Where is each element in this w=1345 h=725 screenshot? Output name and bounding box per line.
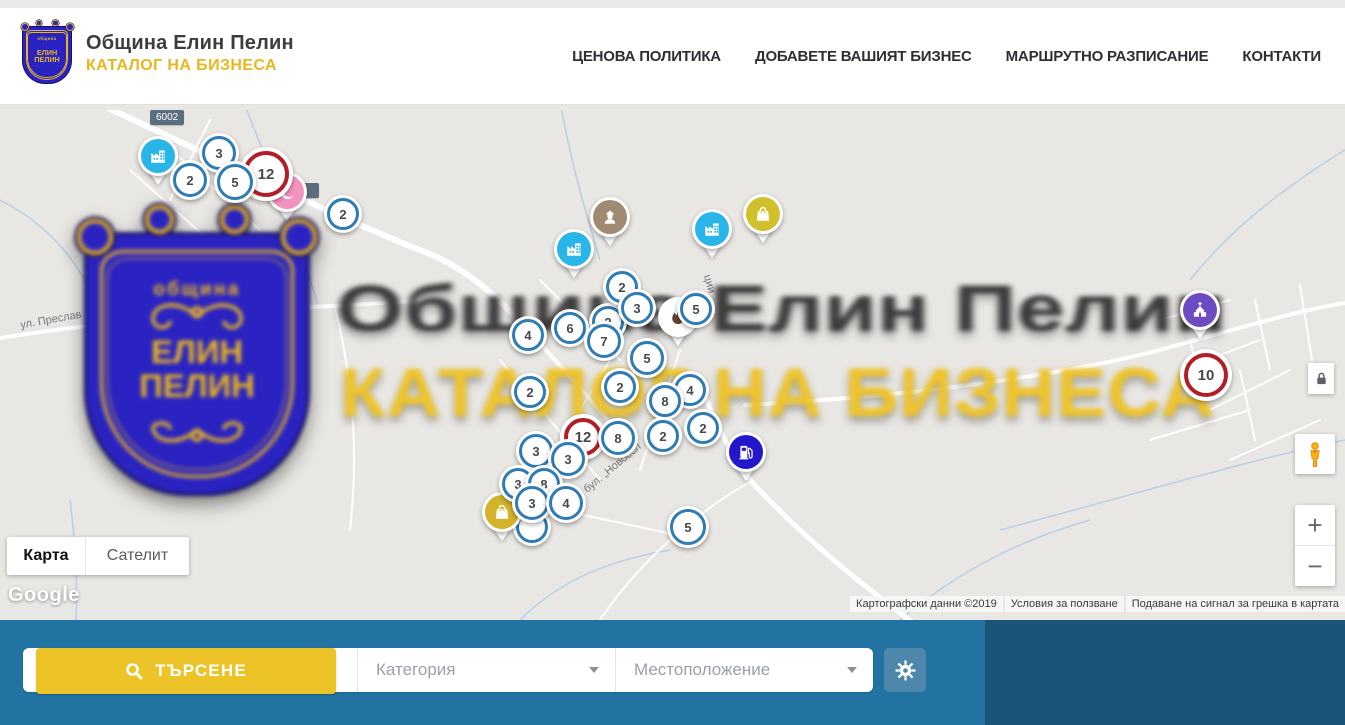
cluster-marker[interactable]: 8 xyxy=(598,418,638,458)
cluster-marker[interactable]: 8 xyxy=(646,382,684,420)
attribution-link[interactable]: Условия за ползване xyxy=(1005,596,1124,612)
main-nav: ЦЕНОВА ПОЛИТИКА ДОБАВЕТЕ ВАШИЯТ БИЗНЕС МАР… xyxy=(572,8,1321,105)
nav-item-1[interactable]: ДОБАВЕТЕ ВАШИЯТ БИЗНЕС xyxy=(755,48,972,65)
cluster-marker[interactable]: 4 xyxy=(509,316,547,354)
category-dropdown-value: Категория xyxy=(376,660,455,680)
cluster-marker[interactable]: 2 xyxy=(324,195,362,233)
search-bar-right-panel xyxy=(985,620,1345,725)
cluster-marker[interactable]: 2 xyxy=(170,160,210,200)
search-button-label: ТЪРСЕНЕ xyxy=(155,661,247,681)
location-dropdown[interactable]: Местоположение xyxy=(616,648,873,692)
chevron-down-icon xyxy=(589,667,599,673)
chevron-down-icon xyxy=(847,667,857,673)
map-attribution: Картографски данни ©2019Условия за ползв… xyxy=(850,596,1345,612)
map-type-map-button[interactable]: Карта xyxy=(7,537,85,575)
pin-marker-shopping-bag[interactable] xyxy=(743,194,783,246)
attribution-text: Картографски данни ©2019 xyxy=(850,596,1003,612)
advanced-settings-button[interactable] xyxy=(884,648,926,692)
pin-marker-factory[interactable] xyxy=(554,229,594,281)
cluster-marker[interactable]: 3 xyxy=(618,289,656,327)
pin-marker-fuel[interactable] xyxy=(726,432,766,484)
map-type-satellite-button[interactable]: Сателит xyxy=(85,537,189,575)
cluster-marker[interactable]: 2 xyxy=(601,368,639,406)
cluster-marker[interactable]: 5 xyxy=(667,506,709,548)
municipality-crest-icon: община ЕЛИН ПЕЛИН xyxy=(22,22,72,84)
pin-marker-construction-worker[interactable] xyxy=(590,197,630,249)
search-bar: Категория Местоположение ТЪРСЕНЕ xyxy=(0,620,1345,725)
attribution-link[interactable]: Подаване на сигнал за грешка в картата xyxy=(1126,596,1345,612)
cluster-marker[interactable]: 5 xyxy=(627,338,667,378)
search-button[interactable]: ТЪРСЕНЕ xyxy=(36,648,336,694)
cluster-marker[interactable]: 5 xyxy=(677,290,715,328)
google-logo[interactable]: Google xyxy=(8,584,80,607)
cluster-marker[interactable]: 2 xyxy=(644,417,682,455)
zoom-control: + − xyxy=(1295,505,1335,586)
cluster-marker[interactable]: 2 xyxy=(511,373,549,411)
page: община ЕЛИН ПЕЛИН Община Елин Пелин КАТА… xyxy=(0,0,1345,725)
category-dropdown[interactable]: Категория xyxy=(358,648,616,692)
cluster-marker[interactable]: 7 xyxy=(584,321,624,361)
site-logo[interactable]: община ЕЛИН ПЕЛИН Община Елин Пелин КАТА… xyxy=(22,22,294,84)
map-canvas[interactable]: 32512223256475224812822333834510 6002ул.… xyxy=(0,110,1345,620)
cluster-marker[interactable]: 10 xyxy=(1180,349,1232,401)
cluster-marker[interactable]: 2 xyxy=(684,409,722,447)
pin-marker-church[interactable] xyxy=(1180,290,1220,342)
zoom-in-button[interactable]: + xyxy=(1295,505,1335,546)
top-strip xyxy=(0,0,1345,8)
nav-item-2[interactable]: МАРШРУТНО РАЗПИСАНИЕ xyxy=(1006,48,1209,65)
logo-subtitle: КАТАЛОГ НА БИЗНЕСА xyxy=(86,57,294,75)
road-number-label: 6002 xyxy=(150,110,184,125)
zoom-out-button[interactable]: − xyxy=(1295,546,1335,586)
nav-item-3[interactable]: КОНТАКТИ xyxy=(1242,48,1321,65)
header: община ЕЛИН ПЕЛИН Община Елин Пелин КАТА… xyxy=(0,8,1345,105)
lock-icon[interactable] xyxy=(1308,363,1334,394)
cluster-marker[interactable]: 5 xyxy=(214,161,256,203)
nav-item-0[interactable]: ЦЕНОВА ПОЛИТИКА xyxy=(572,48,721,65)
map-type-control: Карта Сателит xyxy=(7,537,189,575)
location-dropdown-value: Местоположение xyxy=(634,660,770,680)
logo-title: Община Елин Пелин xyxy=(86,32,294,55)
pegman-street-view-button[interactable] xyxy=(1295,434,1335,474)
cluster-marker[interactable]: 4 xyxy=(546,483,586,523)
search-icon xyxy=(125,662,143,680)
pin-marker-factory[interactable] xyxy=(692,209,732,261)
gear-icon xyxy=(895,660,916,681)
